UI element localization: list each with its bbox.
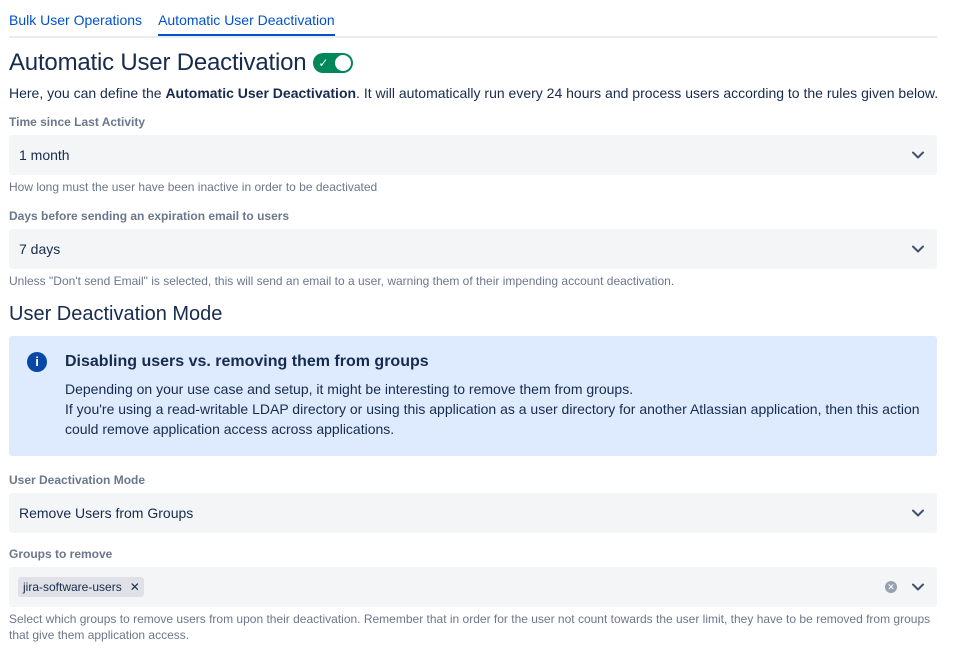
inactivity-value: 1 month: [19, 147, 70, 163]
info-title: Disabling users vs. removing them from g…: [65, 353, 429, 370]
chevron-down-icon: [909, 240, 927, 258]
inactivity-helper: How long must the user have been inactiv…: [9, 180, 378, 194]
intro-suffix: . It will automatically run every 24 hou…: [356, 85, 939, 101]
info-icon: i: [27, 352, 47, 372]
info-line-2: If you're using a read-writable LDAP dir…: [65, 401, 920, 437]
expiration-email-label: Days before sending an expiration email …: [9, 209, 290, 223]
mode-select[interactable]: Remove Users from Groups: [9, 493, 937, 533]
groups-tags: jira-software-users ✕: [18, 577, 144, 597]
check-icon: ✓: [318, 56, 329, 70]
info-text: Depending on your use case and setup, it…: [65, 379, 921, 439]
chevron-down-icon: [909, 146, 927, 164]
tab-automatic-user-deactivation[interactable]: Automatic User Deactivation: [158, 0, 335, 36]
intro-text: Here, you can define the Automatic User …: [9, 85, 939, 101]
mode-value: Remove Users from Groups: [19, 505, 194, 521]
tab-bulk-user-operations[interactable]: Bulk User Operations: [9, 0, 142, 34]
deactivation-toggle[interactable]: ✓: [313, 53, 354, 73]
inactivity-select[interactable]: 1 month: [9, 135, 937, 175]
inactivity-label: Time since Last Activity: [9, 115, 146, 129]
page-title: Automatic User Deactivation: [9, 49, 307, 76]
info-panel: i Disabling users vs. removing them from…: [9, 336, 937, 456]
toggle-knob: [335, 55, 352, 71]
chevron-down-icon[interactable]: [909, 578, 927, 596]
groups-multiselect[interactable]: jira-software-users ✕ ✕: [9, 567, 937, 607]
title-row: Automatic User Deactivation ✓: [9, 49, 937, 76]
intro-prefix: Here, you can define the: [9, 85, 166, 101]
mode-section-title: User Deactivation Mode: [9, 303, 223, 325]
group-tag: jira-software-users ✕: [18, 577, 144, 597]
info-body: Disabling users vs. removing them from g…: [65, 352, 921, 456]
remove-tag-icon[interactable]: ✕: [130, 580, 140, 594]
chevron-down-icon: [909, 504, 927, 522]
group-tag-label: jira-software-users: [23, 580, 122, 594]
page: Bulk User Operations Automatic User Deac…: [0, 0, 954, 655]
intro-bold: Automatic User Deactivation: [165, 85, 357, 101]
groups-controls: ✕: [885, 578, 927, 596]
groups-label: Groups to remove: [9, 547, 113, 561]
expiration-email-helper: Unless "Don't send Email" is selected, t…: [9, 274, 675, 288]
expiration-email-value: 7 days: [19, 241, 61, 257]
clear-icon[interactable]: ✕: [885, 581, 897, 593]
groups-helper: Select which groups to remove users from…: [9, 612, 931, 642]
info-line-1: Depending on your use case and setup, it…: [65, 381, 634, 397]
expiration-email-select[interactable]: 7 days: [9, 229, 937, 269]
tab-bar: Bulk User Operations Automatic User Deac…: [9, 0, 937, 38]
mode-label: User Deactivation Mode: [9, 473, 146, 487]
